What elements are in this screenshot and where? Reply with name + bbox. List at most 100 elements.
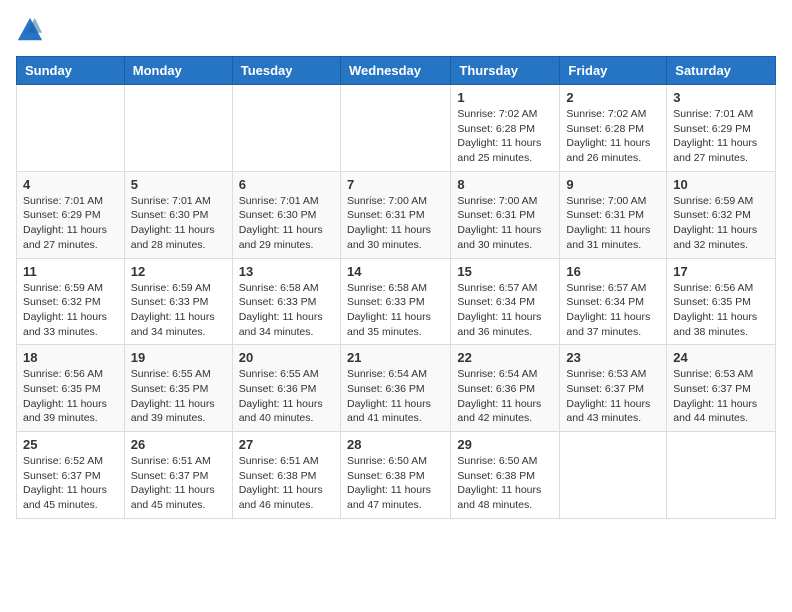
calendar-cell: 20Sunrise: 6:55 AM Sunset: 6:36 PM Dayli…	[232, 345, 340, 432]
day-of-week-header: Saturday	[667, 57, 776, 85]
day-number: 13	[239, 264, 334, 279]
day-number: 19	[131, 350, 226, 365]
day-number: 23	[566, 350, 660, 365]
calendar-cell: 26 Sunrise: 6:51 AM Sunset: 6:37 PM Dayli…	[124, 432, 232, 519]
day-info: Sunrise: 6:54 AM Sunset: 6:36 PM Dayligh…	[457, 367, 553, 426]
day-of-week-header: Monday	[124, 57, 232, 85]
calendar-cell: 25 Sunrise: 6:52 AM Sunset: 6:37 PM Dayli…	[17, 432, 125, 519]
calendar-cell: 15 Sunrise: 6:57 AM Sunset: 6:34 PM Dayli…	[451, 258, 560, 345]
day-number: 9	[566, 177, 660, 192]
calendar-cell: 17 Sunrise: 6:56 AM Sunset: 6:35 PM Dayli…	[667, 258, 776, 345]
day-number: 12	[131, 264, 226, 279]
calendar-cell: 2Sunrise: 7:02 AM Sunset: 6:28 PM Daylig…	[560, 85, 667, 172]
day-info: Sunrise: 7:02 AM Sunset: 6:28 PM Dayligh…	[457, 107, 553, 166]
calendar-cell: 27Sunrise: 6:51 AM Sunset: 6:38 PM Dayli…	[232, 432, 340, 519]
day-number: 28	[347, 437, 444, 452]
day-number: 24	[673, 350, 769, 365]
calendar-week-row: 11 Sunrise: 6:59 AM Sunset: 6:32 PM Dayli…	[17, 258, 776, 345]
calendar-cell: 29 Sunrise: 6:50 AM Sunset: 6:38 PM Dayli…	[451, 432, 560, 519]
day-info: Sunrise: 6:58 AM Sunset: 6:33 PM Dayligh…	[239, 281, 334, 340]
day-number: 10	[673, 177, 769, 192]
day-number: 2	[566, 90, 660, 105]
day-number: 4	[23, 177, 118, 192]
calendar-cell	[560, 432, 667, 519]
logo	[16, 16, 48, 44]
day-of-week-header: Tuesday	[232, 57, 340, 85]
day-number: 26	[131, 437, 226, 452]
day-info: Sunrise: 6:52 AM Sunset: 6:37 PM Dayligh…	[23, 454, 118, 513]
calendar-cell: 1 Sunrise: 7:02 AM Sunset: 6:28 PM Daylig…	[451, 85, 560, 172]
calendar-cell: 21 Sunrise: 6:54 AM Sunset: 6:36 PM Dayli…	[340, 345, 450, 432]
day-info: Sunrise: 6:50 AM Sunset: 6:38 PM Dayligh…	[457, 454, 553, 513]
day-number: 15	[457, 264, 553, 279]
day-number: 8	[457, 177, 553, 192]
calendar-cell: 19 Sunrise: 6:55 AM Sunset: 6:35 PM Dayli…	[124, 345, 232, 432]
day-number: 29	[457, 437, 553, 452]
day-number: 25	[23, 437, 118, 452]
day-info: Sunrise: 6:59 AM Sunset: 6:32 PM Dayligh…	[23, 281, 118, 340]
day-number: 14	[347, 264, 444, 279]
calendar-cell: 9 Sunrise: 7:00 AM Sunset: 6:31 PM Daylig…	[560, 171, 667, 258]
calendar-cell: 7 Sunrise: 7:00 AM Sunset: 6:31 PM Daylig…	[340, 171, 450, 258]
day-info: Sunrise: 6:56 AM Sunset: 6:35 PM Dayligh…	[673, 281, 769, 340]
calendar-cell: 12 Sunrise: 6:59 AM Sunset: 6:33 PM Dayli…	[124, 258, 232, 345]
calendar-cell: 3 Sunrise: 7:01 AM Sunset: 6:29 PM Daylig…	[667, 85, 776, 172]
calendar-cell	[17, 85, 125, 172]
day-info: Sunrise: 7:01 AM Sunset: 6:29 PM Dayligh…	[23, 194, 118, 253]
day-info: Sunrise: 7:00 AM Sunset: 6:31 PM Dayligh…	[566, 194, 660, 253]
calendar-cell: 24 Sunrise: 6:53 AM Sunset: 6:37 PM Dayli…	[667, 345, 776, 432]
calendar-cell: 22Sunrise: 6:54 AM Sunset: 6:36 PM Dayli…	[451, 345, 560, 432]
day-info: Sunrise: 6:58 AM Sunset: 6:33 PM Dayligh…	[347, 281, 444, 340]
calendar-week-row: 18 Sunrise: 6:56 AM Sunset: 6:35 PM Dayli…	[17, 345, 776, 432]
calendar-cell: 10 Sunrise: 6:59 AM Sunset: 6:32 PM Dayli…	[667, 171, 776, 258]
day-info: Sunrise: 6:50 AM Sunset: 6:38 PM Dayligh…	[347, 454, 444, 513]
calendar-week-row: 1 Sunrise: 7:02 AM Sunset: 6:28 PM Daylig…	[17, 85, 776, 172]
day-info: Sunrise: 6:59 AM Sunset: 6:32 PM Dayligh…	[673, 194, 769, 253]
calendar-cell	[667, 432, 776, 519]
day-number: 17	[673, 264, 769, 279]
day-info: Sunrise: 6:51 AM Sunset: 6:38 PM Dayligh…	[239, 454, 334, 513]
day-number: 3	[673, 90, 769, 105]
calendar-cell: 4 Sunrise: 7:01 AM Sunset: 6:29 PM Daylig…	[17, 171, 125, 258]
calendar-cell: 14 Sunrise: 6:58 AM Sunset: 6:33 PM Dayli…	[340, 258, 450, 345]
calendar-cell: 16 Sunrise: 6:57 AM Sunset: 6:34 PM Dayli…	[560, 258, 667, 345]
calendar-cell: 5 Sunrise: 7:01 AM Sunset: 6:30 PM Daylig…	[124, 171, 232, 258]
day-info: Sunrise: 7:01 AM Sunset: 6:30 PM Dayligh…	[239, 194, 334, 253]
day-info: Sunrise: 6:55 AM Sunset: 6:35 PM Dayligh…	[131, 367, 226, 426]
calendar-header-row: SundayMondayTuesdayWednesdayThursdayFrid…	[17, 57, 776, 85]
day-of-week-header: Wednesday	[340, 57, 450, 85]
calendar-cell	[232, 85, 340, 172]
page-header	[16, 16, 776, 44]
day-info: Sunrise: 7:00 AM Sunset: 6:31 PM Dayligh…	[347, 194, 444, 253]
day-info: Sunrise: 6:57 AM Sunset: 6:34 PM Dayligh…	[566, 281, 660, 340]
day-of-week-header: Thursday	[451, 57, 560, 85]
calendar-cell: 8Sunrise: 7:00 AM Sunset: 6:31 PM Daylig…	[451, 171, 560, 258]
day-info: Sunrise: 6:56 AM Sunset: 6:35 PM Dayligh…	[23, 367, 118, 426]
calendar-cell	[340, 85, 450, 172]
day-number: 11	[23, 264, 118, 279]
day-number: 7	[347, 177, 444, 192]
day-number: 18	[23, 350, 118, 365]
day-number: 1	[457, 90, 553, 105]
logo-icon	[16, 16, 44, 44]
calendar-cell: 18 Sunrise: 6:56 AM Sunset: 6:35 PM Dayli…	[17, 345, 125, 432]
calendar-cell: 13 Sunrise: 6:58 AM Sunset: 6:33 PM Dayli…	[232, 258, 340, 345]
day-number: 21	[347, 350, 444, 365]
calendar-week-row: 4 Sunrise: 7:01 AM Sunset: 6:29 PM Daylig…	[17, 171, 776, 258]
day-info: Sunrise: 6:51 AM Sunset: 6:37 PM Dayligh…	[131, 454, 226, 513]
day-info: Sunrise: 6:53 AM Sunset: 6:37 PM Dayligh…	[673, 367, 769, 426]
day-info: Sunrise: 6:54 AM Sunset: 6:36 PM Dayligh…	[347, 367, 444, 426]
calendar-cell	[124, 85, 232, 172]
day-info: Sunrise: 6:59 AM Sunset: 6:33 PM Dayligh…	[131, 281, 226, 340]
day-of-week-header: Sunday	[17, 57, 125, 85]
day-info: Sunrise: 6:55 AM Sunset: 6:36 PM Dayligh…	[239, 367, 334, 426]
day-number: 5	[131, 177, 226, 192]
calendar-week-row: 25 Sunrise: 6:52 AM Sunset: 6:37 PM Dayli…	[17, 432, 776, 519]
day-info: Sunrise: 6:57 AM Sunset: 6:34 PM Dayligh…	[457, 281, 553, 340]
day-info: Sunrise: 7:01 AM Sunset: 6:30 PM Dayligh…	[131, 194, 226, 253]
calendar-cell: 28 Sunrise: 6:50 AM Sunset: 6:38 PM Dayli…	[340, 432, 450, 519]
calendar-cell: 23Sunrise: 6:53 AM Sunset: 6:37 PM Dayli…	[560, 345, 667, 432]
day-info: Sunrise: 7:01 AM Sunset: 6:29 PM Dayligh…	[673, 107, 769, 166]
day-number: 16	[566, 264, 660, 279]
calendar-cell: 6Sunrise: 7:01 AM Sunset: 6:30 PM Daylig…	[232, 171, 340, 258]
